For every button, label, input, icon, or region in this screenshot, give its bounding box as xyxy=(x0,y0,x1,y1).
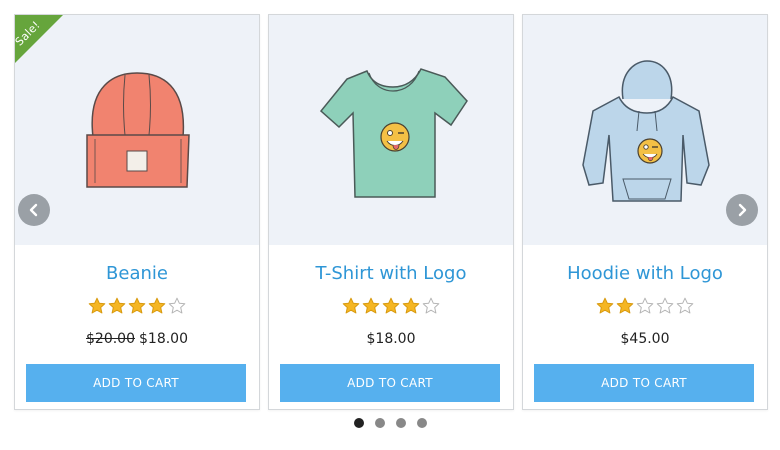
tshirt-illustration xyxy=(319,68,468,198)
tshirt-image[interactable] xyxy=(269,15,513,245)
product-price: $20.00 $18.00 xyxy=(15,331,259,347)
add-to-cart-button[interactable]: ADD TO CART xyxy=(534,364,754,402)
star-empty-icon xyxy=(676,297,694,314)
star-rating xyxy=(523,297,767,315)
pagination-dot[interactable] xyxy=(395,418,406,428)
old-price: $20.00 xyxy=(86,331,135,347)
pagination-dot[interactable] xyxy=(416,418,427,428)
add-to-cart-button[interactable]: ADD TO CART xyxy=(280,364,500,402)
product-title[interactable]: Hoodie with Logo xyxy=(523,263,767,285)
chevron-right-icon xyxy=(738,203,747,217)
star-rating xyxy=(269,297,513,315)
star-empty-icon xyxy=(656,297,674,314)
pagination-dot[interactable] xyxy=(374,418,385,428)
star-filled-icon xyxy=(342,297,360,314)
star-empty-icon xyxy=(422,297,440,314)
carousel-pagination xyxy=(0,418,780,428)
star-rating xyxy=(15,297,259,315)
star-empty-icon xyxy=(168,297,186,314)
product-title[interactable]: Beanie xyxy=(15,263,259,285)
carousel-next-button[interactable] xyxy=(726,194,758,226)
chevron-left-icon xyxy=(29,203,38,217)
product-price: $18.00 xyxy=(269,331,513,347)
add-to-cart-button[interactable]: ADD TO CART xyxy=(26,364,246,402)
star-filled-icon xyxy=(382,297,400,314)
pagination-dot[interactable] xyxy=(353,418,364,428)
star-filled-icon xyxy=(596,297,614,314)
current-price: $45.00 xyxy=(620,331,670,347)
star-filled-icon xyxy=(108,297,126,314)
product-card-beanie[interactable]: Sale! Beanie $20.00 $18.00 ADD TO CART xyxy=(14,14,260,410)
star-filled-icon xyxy=(362,297,380,314)
star-filled-icon xyxy=(148,297,166,314)
sale-badge: Sale! xyxy=(15,15,77,77)
star-filled-icon xyxy=(128,297,146,314)
carousel-prev-button[interactable] xyxy=(18,194,50,226)
current-price: $18.00 xyxy=(366,331,416,347)
star-filled-icon xyxy=(402,297,420,314)
product-title[interactable]: T-Shirt with Logo xyxy=(269,263,513,285)
star-filled-icon xyxy=(616,297,634,314)
beanie-image[interactable]: Sale! xyxy=(15,15,259,245)
star-filled-icon xyxy=(88,297,106,314)
current-price: $18.00 xyxy=(139,331,188,347)
star-empty-icon xyxy=(636,297,654,314)
product-price: $45.00 xyxy=(523,331,767,347)
product-carousel: Sale! Beanie $20.00 $18.00 ADD TO CART T-… xyxy=(0,0,780,450)
product-card-tshirt[interactable]: T-Shirt with Logo $18.00 ADD TO CART xyxy=(268,14,514,410)
